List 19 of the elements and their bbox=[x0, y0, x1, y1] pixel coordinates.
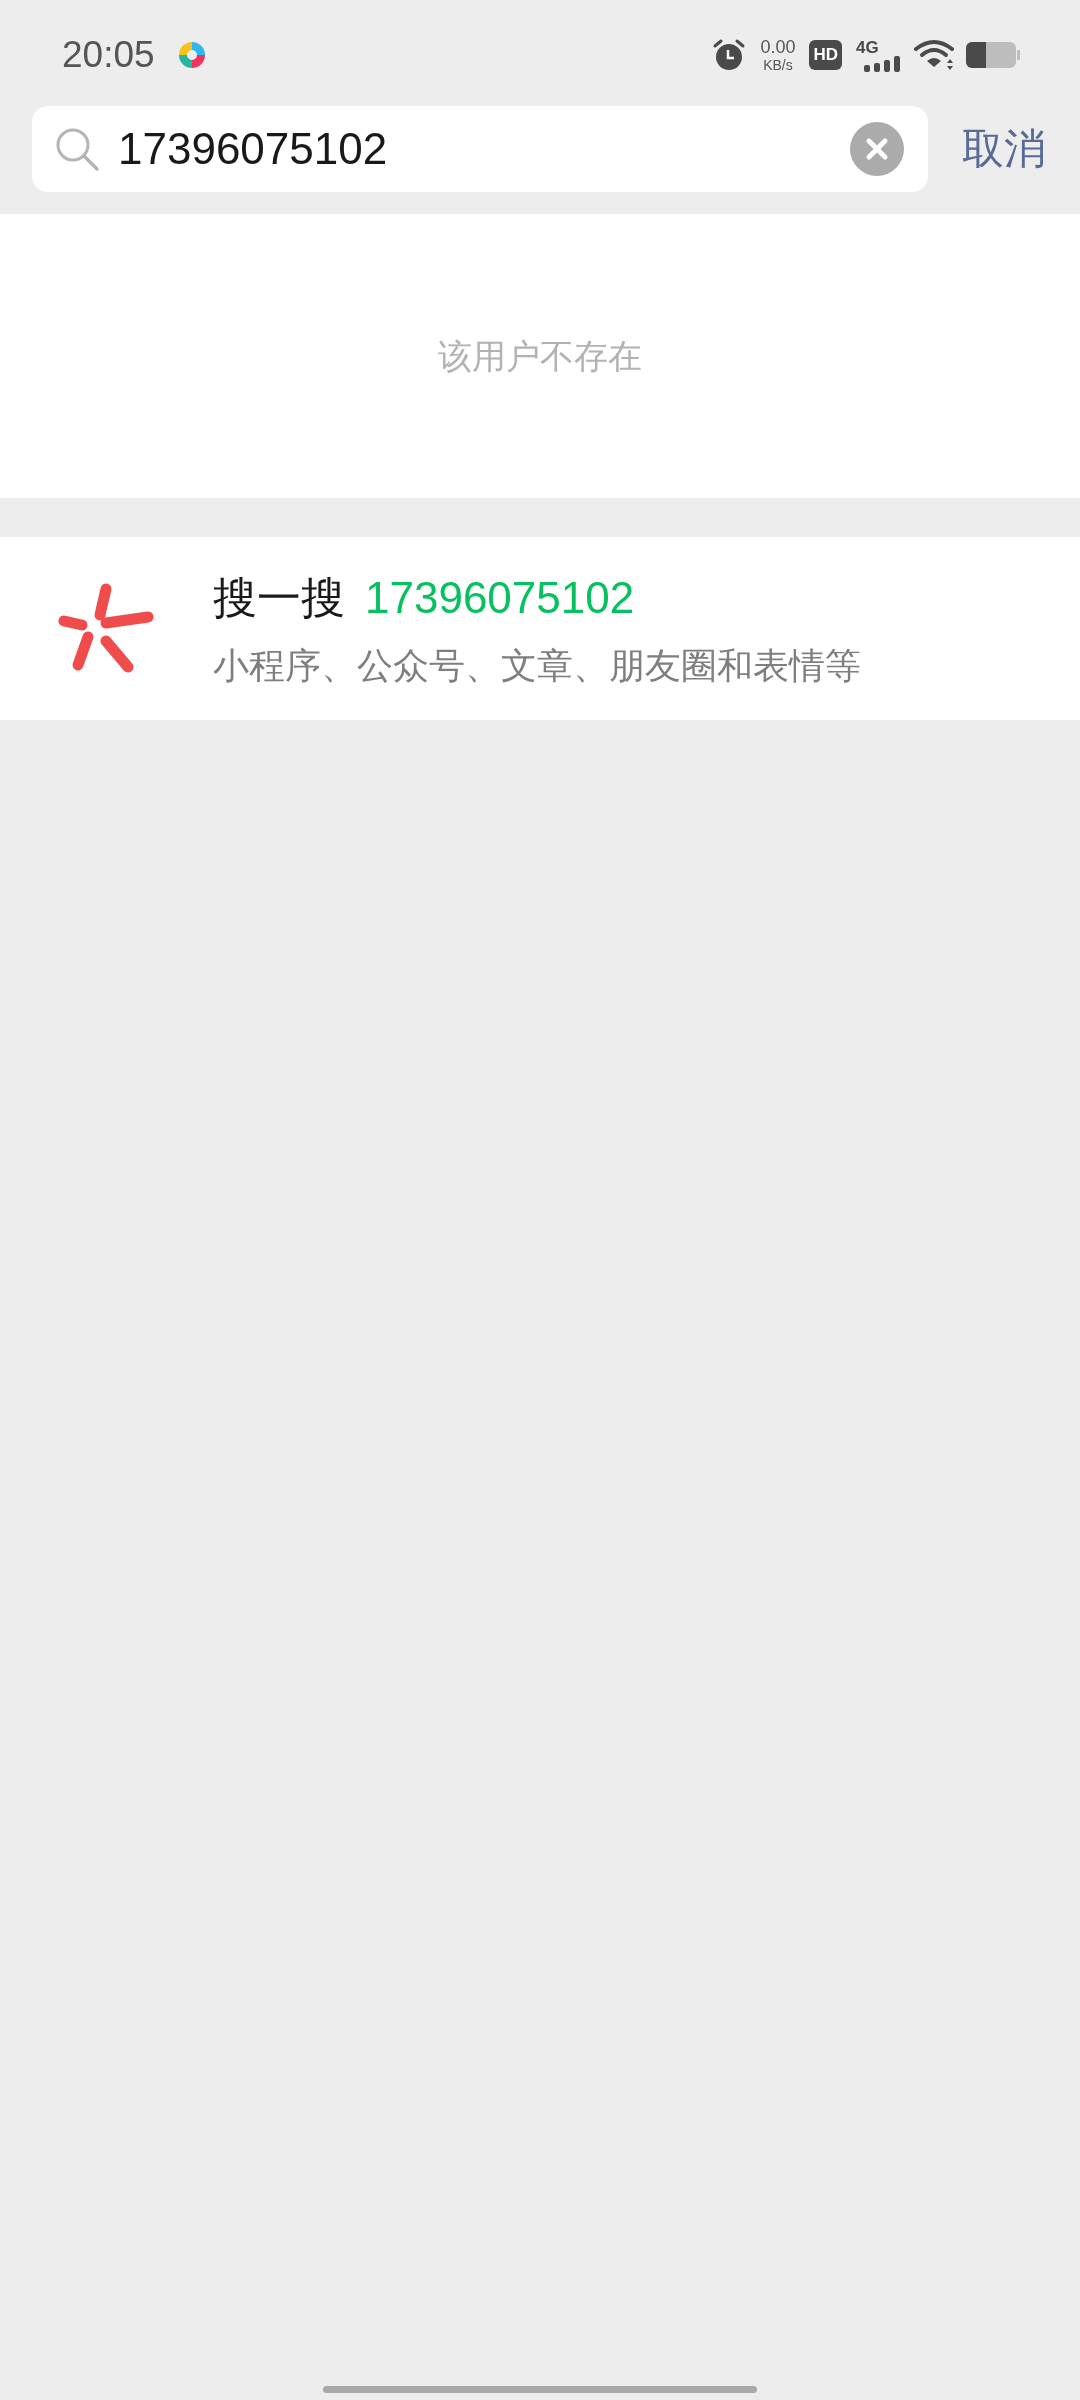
suggestion-label: 搜一搜 bbox=[213, 571, 345, 624]
suggestion-description: 小程序、公众号、文章、朋友圈和表情等 bbox=[213, 643, 861, 688]
search-suggestion-row[interactable]: 搜一搜 17396075102 小程序、公众号、文章、朋友圈和表情等 bbox=[0, 537, 1080, 720]
network-speed-unit: KB/s bbox=[763, 58, 793, 72]
network-type: 4G bbox=[856, 38, 880, 56]
suggestion-query: 17396075102 bbox=[365, 571, 635, 624]
alarm-icon bbox=[712, 38, 747, 72]
search-field[interactable]: 17396075102 bbox=[32, 106, 928, 192]
wifi-icon bbox=[914, 39, 954, 71]
app-logo-icon bbox=[176, 40, 207, 70]
network-speed: 0.00 bbox=[760, 38, 796, 56]
status-time: 20:05 bbox=[62, 33, 155, 78]
search-icon bbox=[54, 126, 100, 172]
clear-icon[interactable] bbox=[850, 122, 904, 176]
battery-icon bbox=[966, 42, 1020, 68]
cancel-button[interactable]: 取消 bbox=[962, 128, 1046, 170]
hd-badge: HD bbox=[809, 40, 842, 70]
search-input[interactable]: 17396075102 bbox=[118, 116, 850, 182]
user-not-found-message: 该用户不存在 bbox=[438, 335, 642, 377]
